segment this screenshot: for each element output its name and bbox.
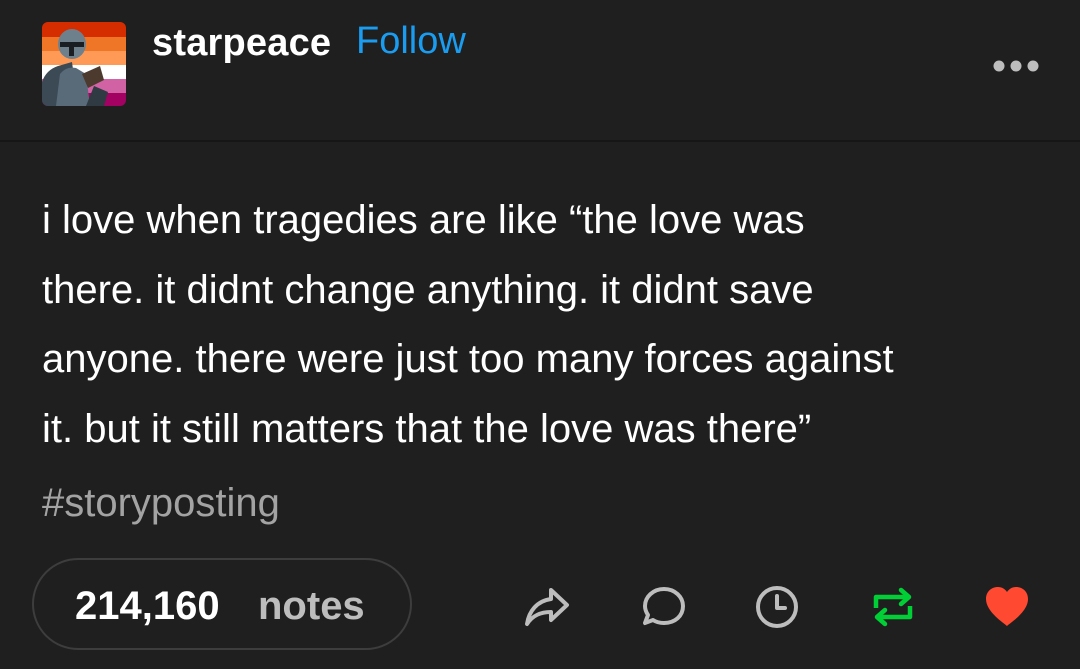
avatar[interactable] <box>42 22 126 106</box>
more-options-icon[interactable] <box>992 56 1042 76</box>
username[interactable]: starpeace <box>152 22 331 65</box>
reblog-icon[interactable] <box>868 582 918 632</box>
reply-icon[interactable] <box>639 582 689 632</box>
avatar-image <box>42 22 126 106</box>
notes-label: notes <box>258 584 365 628</box>
post-body-text: i love when tragedies are like “the love… <box>42 198 894 451</box>
post-tag[interactable]: #storyposting <box>42 481 280 526</box>
heart-icon[interactable] <box>982 582 1032 632</box>
notes-button[interactable]: 214,160 notes <box>32 558 412 650</box>
share-icon[interactable] <box>522 582 572 632</box>
notes-count: 214,160 <box>75 584 220 628</box>
follow-button[interactable]: Follow <box>356 20 466 63</box>
post-header: starpeace Follow <box>0 0 1080 142</box>
clock-icon[interactable] <box>752 582 802 632</box>
